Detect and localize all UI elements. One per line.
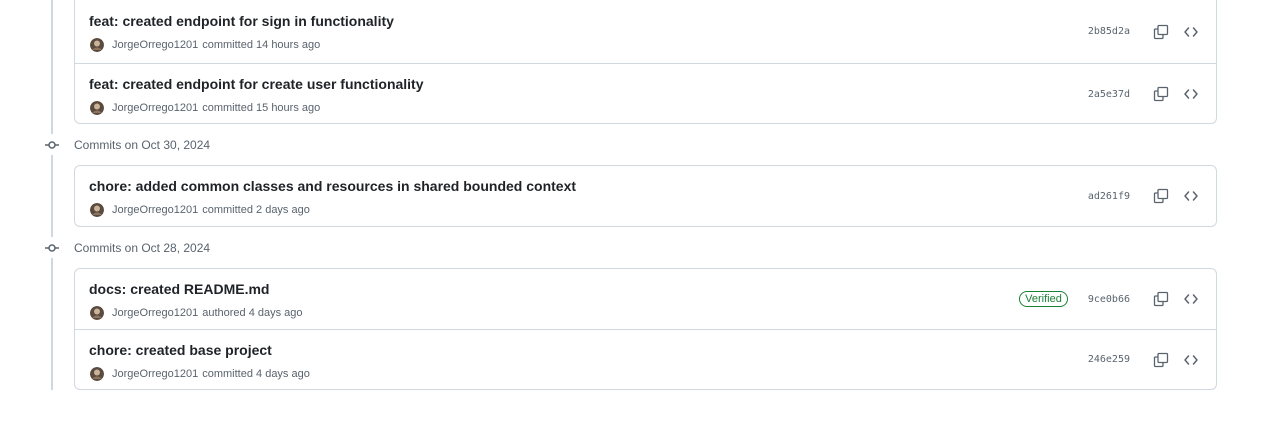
commit-sha-link[interactable]: 9ce0b66 [1088,294,1130,305]
git-commit-icon [40,135,64,155]
avatar[interactable] [90,367,104,381]
commit-actions: Verified 9ce0b66 [1019,269,1202,329]
commit-row: chore: added common classes and resource… [75,166,1216,226]
avatar[interactable] [90,101,104,115]
avatar[interactable] [90,306,104,320]
commit-row: feat: created endpoint for create user f… [75,63,1216,124]
timeline-line [51,155,53,237]
commit-meta: JorgeOrrego1201 authored 4 days ago [90,306,303,320]
commit-actions: 2b85d2a [1088,0,1202,63]
copy-icon[interactable] [1150,83,1172,105]
code-icon[interactable] [1180,83,1202,105]
commit-actions: ad261f9 [1088,166,1202,226]
commit-author-link[interactable]: JorgeOrrego1201 [112,307,198,319]
copy-icon[interactable] [1150,349,1172,371]
commit-group-date: Commits on Oct 30, 2024 [74,138,211,152]
verified-badge[interactable]: Verified [1019,291,1068,307]
commit-sha-link[interactable]: 2b85d2a [1088,26,1130,37]
commit-time: committed 2 days ago [202,204,310,216]
commit-sha-link[interactable]: 246e259 [1088,354,1130,365]
commit-actions: 246e259 [1088,330,1202,389]
commit-message-link[interactable]: feat: created endpoint for create user f… [89,76,424,92]
commit-message-link[interactable]: chore: created base project [89,342,272,358]
commit-message-link[interactable]: feat: created endpoint for sign in funct… [89,13,394,29]
commit-group-date: Commits on Oct 28, 2024 [74,241,211,255]
git-commit-icon [40,238,64,258]
commit-meta: JorgeOrrego1201 committed 4 days ago [90,367,310,381]
commit-meta: JorgeOrrego1201 committed 14 hours ago [90,38,320,52]
commit-time: committed 14 hours ago [202,39,321,51]
commit-author-link[interactable]: JorgeOrrego1201 [112,204,198,216]
code-icon[interactable] [1180,21,1202,43]
commit-author-link[interactable]: JorgeOrrego1201 [112,368,198,380]
commit-row: chore: created base project JorgeOrrego1… [75,329,1216,389]
commit-row: feat: created endpoint for sign in funct… [75,0,1216,63]
commit-group-box: docs: created README.md JorgeOrrego1201 … [74,268,1217,390]
commit-group-box: feat: created endpoint for sign in funct… [74,0,1217,124]
commit-sha-link[interactable]: 2a5e37d [1088,89,1130,100]
commit-group-header: Commits on Oct 30, 2024 [40,135,210,155]
commit-actions: 2a5e37d [1088,64,1202,124]
code-icon[interactable] [1180,185,1202,207]
commit-meta: JorgeOrrego1201 committed 15 hours ago [90,101,320,115]
commit-meta: JorgeOrrego1201 committed 2 days ago [90,203,310,217]
commit-message-link[interactable]: docs: created README.md [89,281,269,297]
code-icon[interactable] [1180,288,1202,310]
code-icon[interactable] [1180,349,1202,371]
commit-message-link[interactable]: chore: added common classes and resource… [89,178,576,194]
commit-time: committed 15 hours ago [202,102,321,114]
commit-author-link[interactable]: JorgeOrrego1201 [112,102,198,114]
commit-group-box: chore: added common classes and resource… [74,165,1217,227]
commit-time: authored 4 days ago [202,307,303,319]
copy-icon[interactable] [1150,185,1172,207]
commit-row: docs: created README.md JorgeOrrego1201 … [75,269,1216,329]
commit-time: committed 4 days ago [202,368,310,380]
avatar[interactable] [90,203,104,217]
timeline-line [51,0,53,134]
copy-icon[interactable] [1150,288,1172,310]
commit-sha-link[interactable]: ad261f9 [1088,191,1130,202]
commit-author-link[interactable]: JorgeOrrego1201 [112,39,198,51]
timeline-line [51,258,53,390]
commit-group-header: Commits on Oct 28, 2024 [40,238,210,258]
copy-icon[interactable] [1150,21,1172,43]
avatar[interactable] [90,38,104,52]
